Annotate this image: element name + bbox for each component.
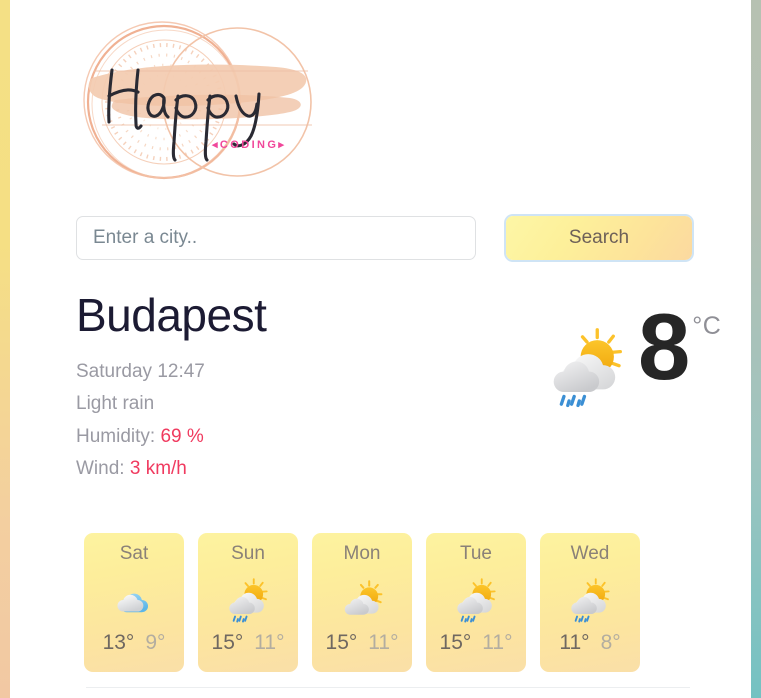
happy-coding-logo: ◂CODING▸ bbox=[76, 14, 324, 190]
wind-label: Wind: bbox=[76, 458, 125, 480]
temperature-cluster: 8 °C bbox=[546, 294, 721, 408]
wind-line: Wind: 3 km/h bbox=[76, 453, 692, 485]
forecast-day-label: Tue bbox=[459, 543, 493, 564]
forecast-max-temp: 11° bbox=[559, 631, 590, 654]
search-bar: Search bbox=[76, 216, 692, 262]
forecast-min-temp: 11° bbox=[254, 631, 285, 654]
rain-sun-cloud-icon bbox=[229, 578, 268, 623]
forecast-temperatures: 15° 11° bbox=[326, 631, 399, 655]
forecast-day-label: Sun bbox=[231, 543, 265, 564]
forecast-temperatures: 15° 11° bbox=[212, 631, 285, 655]
forecast-card[interactable]: Sun 15° 11° bbox=[198, 533, 298, 672]
humidity-line: Humidity: 69 % bbox=[76, 421, 692, 453]
page-container: ◂CODING▸ Search Budapest Saturday 12:47 … bbox=[10, 0, 751, 698]
right-accent-strip bbox=[751, 0, 761, 698]
bottom-divider bbox=[86, 687, 690, 688]
forecast-min-temp: 11° bbox=[482, 631, 513, 654]
forecast-min-temp: 9° bbox=[145, 631, 166, 654]
broken-clouds-icon bbox=[117, 593, 149, 613]
temperature-unit-celsius[interactable]: °C bbox=[692, 312, 721, 341]
forecast-day-label: Mon bbox=[343, 543, 381, 564]
forecast-card[interactable]: Mon 15° 11° bbox=[312, 533, 412, 672]
wind-value: 3 km/h bbox=[129, 458, 187, 480]
humidity-label: Humidity: bbox=[76, 425, 156, 447]
forecast-temperatures: 11° 8° bbox=[559, 631, 620, 655]
humidity-value: 69 % bbox=[160, 425, 204, 447]
forecast-temperatures: 15° 11° bbox=[440, 631, 513, 655]
search-input[interactable] bbox=[76, 216, 476, 260]
current-weather-section: Budapest Saturday 12:47 Light rain Humid… bbox=[76, 292, 721, 502]
left-accent-strip bbox=[0, 0, 10, 698]
forecast-max-temp: 15° bbox=[325, 631, 358, 654]
rain-sun-cloud-icon bbox=[571, 578, 610, 623]
weather-app-page: ◂CODING▸ Search Budapest Saturday 12:47 … bbox=[0, 0, 761, 698]
forecast-day-label: Wed bbox=[570, 543, 610, 564]
search-button[interactable]: Search bbox=[506, 216, 692, 260]
forecast-card[interactable]: Wed 11° 8° bbox=[540, 533, 640, 672]
sun-cloud-icon bbox=[344, 580, 383, 615]
forecast-card[interactable]: Sat 13° 9° bbox=[84, 533, 184, 672]
logo-tagline-text: ◂CODING▸ bbox=[211, 139, 286, 151]
forecast-day-label: Sat bbox=[119, 543, 149, 564]
forecast-row: Sat 13° 9° Sun 15° 11° Mon 15° 11° Tue 1… bbox=[84, 533, 684, 672]
forecast-max-temp: 15° bbox=[439, 631, 472, 654]
rain-sun-cloud-icon bbox=[457, 578, 496, 623]
rain-sun-cloud-icon bbox=[553, 328, 622, 408]
current-temperature: 8 bbox=[638, 294, 691, 399]
forecast-max-temp: 15° bbox=[211, 631, 244, 654]
forecast-min-temp: 8° bbox=[600, 631, 621, 654]
forecast-max-temp: 13° bbox=[102, 631, 135, 654]
forecast-min-temp: 11° bbox=[368, 631, 399, 654]
forecast-card[interactable]: Tue 15° 11° bbox=[426, 533, 526, 672]
forecast-temperatures: 13° 9° bbox=[103, 631, 166, 655]
